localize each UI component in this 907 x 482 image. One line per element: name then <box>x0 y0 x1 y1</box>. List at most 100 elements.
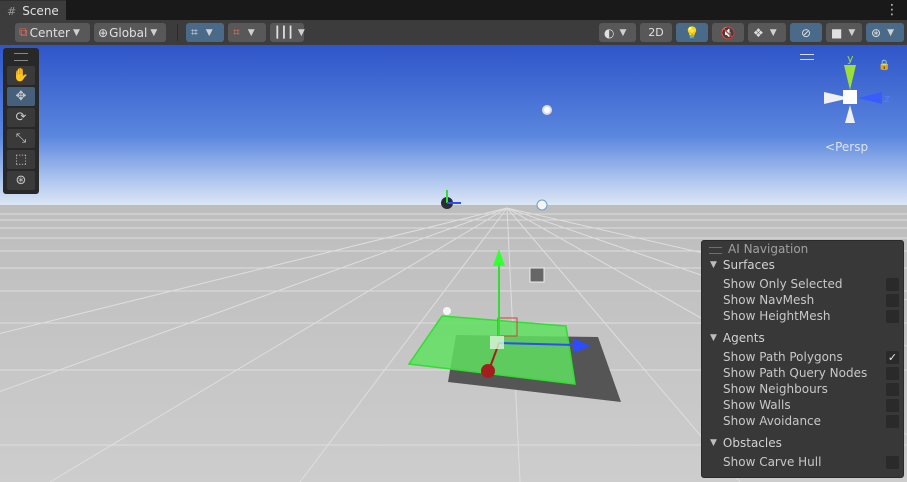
option-show-navmesh[interactable]: Show NavMesh <box>723 292 901 308</box>
increment-snap-button[interactable]: ⌗ ▼ <box>228 23 266 42</box>
more-options-icon[interactable]: ⋮ <box>885 2 899 18</box>
toggle-2d-button[interactable]: 2D <box>640 23 672 42</box>
checkbox[interactable] <box>886 293 899 307</box>
option-label: Show Carve Hull <box>723 455 822 469</box>
scene-toolbar: ⧉ Center ▼ ⊕ Global ▼ ⌗ ▼ ⌗ ▼ ┃┃┃ ▼ ◐ ▼ … <box>0 20 907 46</box>
option-label: Show HeightMesh <box>723 309 831 323</box>
gizmo-icon: ⊛ <box>871 25 882 40</box>
globe-icon: ⊕ <box>98 25 109 40</box>
overlay-menu-icon[interactable] <box>800 54 814 60</box>
foldout-triangle-icon: ▼ <box>710 333 717 343</box>
checkbox[interactable] <box>886 277 899 291</box>
camera-dropdown[interactable]: ■ ▼ <box>826 23 862 42</box>
option-label: Show Walls <box>723 398 791 412</box>
rect-tool-button[interactable]: ⬚ <box>7 150 35 169</box>
transform-icon: ⊛ <box>15 173 27 188</box>
gizmos-dropdown[interactable]: ⊛ ▼ <box>866 23 904 42</box>
pivot-mode-label: Center <box>29 25 70 40</box>
checkbox-checked[interactable]: ✓ <box>886 350 899 364</box>
chevron-down-icon: ▼ <box>72 27 80 38</box>
option-label: Show Path Polygons <box>723 350 843 364</box>
move-plane-handle[interactable] <box>490 336 504 349</box>
scene-visibility-toggle[interactable]: ⊘ <box>790 23 822 42</box>
draw-mode-dropdown[interactable]: ◐ ▼ <box>599 23 636 42</box>
chevron-down-icon: ▼ <box>619 27 627 38</box>
chevron-down-icon: ▼ <box>247 27 255 38</box>
panel-grip[interactable] <box>709 247 722 254</box>
projection-toggle[interactable]: <Persp <box>825 140 868 154</box>
space-mode-label: Global <box>109 25 148 40</box>
option-label: Show NavMesh <box>723 293 815 307</box>
checkbox[interactable] <box>886 398 899 412</box>
gizmo-center-cube[interactable] <box>843 90 857 104</box>
eye-slash-icon: ⊘ <box>800 25 812 40</box>
foldout-triangle-icon: ▼ <box>710 260 717 270</box>
projection-label: Persp <box>835 140 869 154</box>
pivot-mode-dropdown[interactable]: ⧉ Center ▼ <box>15 23 90 42</box>
lighting-toggle[interactable]: 💡 <box>676 23 708 42</box>
option-show-carve-hull[interactable]: Show Carve Hull <box>723 454 901 470</box>
option-label: Show Only Selected <box>723 277 843 291</box>
cube-object-icon[interactable] <box>529 267 545 283</box>
option-show-path-polygons[interactable]: Show Path Polygons ✓ <box>723 349 901 365</box>
checkbox[interactable] <box>886 382 899 396</box>
tab-scene-label: Scene <box>22 4 59 18</box>
option-show-walls[interactable]: Show Walls <box>723 397 901 413</box>
chevron-down-icon: ▼ <box>297 27 305 38</box>
increment-snap-icon: ⌗ <box>233 25 240 39</box>
lock-icon[interactable]: 🔒 <box>878 60 890 71</box>
chevron-down-icon: ▼ <box>150 27 158 38</box>
scale-tool-button[interactable]: ⤡ <box>7 129 35 148</box>
gizmo-y-label: y <box>847 52 854 65</box>
align-button[interactable]: ┃┃┃ ▼ <box>270 23 305 42</box>
hand-tool-button[interactable]: ✋ <box>7 66 35 85</box>
chevron-down-icon: ▼ <box>769 27 777 38</box>
section-label: Surfaces <box>722 258 775 272</box>
tab-scene[interactable]: # Scene <box>0 0 66 21</box>
tools-overlay: ✋ ✥ ⟳ ⤡ ⬚ ⊛ <box>3 48 39 194</box>
option-label: Show Path Query Nodes <box>723 366 868 380</box>
checkmark-icon: ✓ <box>887 350 898 364</box>
option-show-only-selected[interactable]: Show Only Selected <box>723 276 901 292</box>
move-icon: ✥ <box>15 89 27 104</box>
option-show-avoidance[interactable]: Show Avoidance <box>723 413 901 429</box>
section-obstacles[interactable]: ▼ Obstacles <box>710 436 782 450</box>
option-show-neighbours[interactable]: Show Neighbours <box>723 381 901 397</box>
section-label: Agents <box>722 331 765 345</box>
sky <box>0 45 907 208</box>
shading-icon: ◐ <box>604 25 615 40</box>
rotate-tool-button[interactable]: ⟳ <box>7 108 35 127</box>
grid-snap-button[interactable]: ⌗ ▼ <box>186 23 224 42</box>
sun-icon[interactable] <box>542 105 552 115</box>
light-bulb-icon: 💡 <box>684 25 700 40</box>
option-label: Show Avoidance <box>723 414 822 428</box>
chevron-down-icon: ▼ <box>848 27 856 38</box>
section-agents[interactable]: ▼ Agents <box>710 331 765 345</box>
align-icon: ┃┃┃ <box>274 26 294 39</box>
move-tool-button[interactable]: ✥ <box>7 87 35 106</box>
transform-tool-button[interactable]: ⊛ <box>7 171 35 190</box>
ai-navigation-panel: AI Navigation ▼ Surfaces Show Only Selec… <box>701 240 904 478</box>
tools-overlay-grip[interactable] <box>14 53 28 61</box>
option-label: Show Neighbours <box>723 382 828 396</box>
option-show-path-query-nodes[interactable]: Show Path Query Nodes <box>723 365 901 381</box>
scale-icon: ⤡ <box>15 131 27 146</box>
section-label: Obstacles <box>722 436 782 450</box>
checkbox[interactable] <box>886 414 899 428</box>
section-surfaces[interactable]: ▼ Surfaces <box>710 258 775 272</box>
light-probe-icon[interactable] <box>536 199 548 211</box>
hand-icon: ✋ <box>12 68 30 83</box>
grid-icon: # <box>7 4 17 18</box>
option-show-heightmesh[interactable]: Show HeightMesh <box>723 308 901 324</box>
space-mode-dropdown[interactable]: ⊕ Global ▼ <box>94 23 166 42</box>
checkbox[interactable] <box>886 455 899 469</box>
audio-toggle[interactable]: 🔇 <box>712 23 744 42</box>
checkbox[interactable] <box>886 366 899 380</box>
effects-dropdown[interactable]: ❖ ▼ <box>748 23 786 42</box>
grid-snap-icon: ⌗ <box>191 25 198 39</box>
move-x-handle[interactable] <box>481 364 495 378</box>
checkbox[interactable] <box>886 309 899 323</box>
object-icon[interactable] <box>443 307 451 315</box>
chevron-down-icon: ▼ <box>205 27 213 38</box>
mute-icon: 🔇 <box>720 25 736 40</box>
